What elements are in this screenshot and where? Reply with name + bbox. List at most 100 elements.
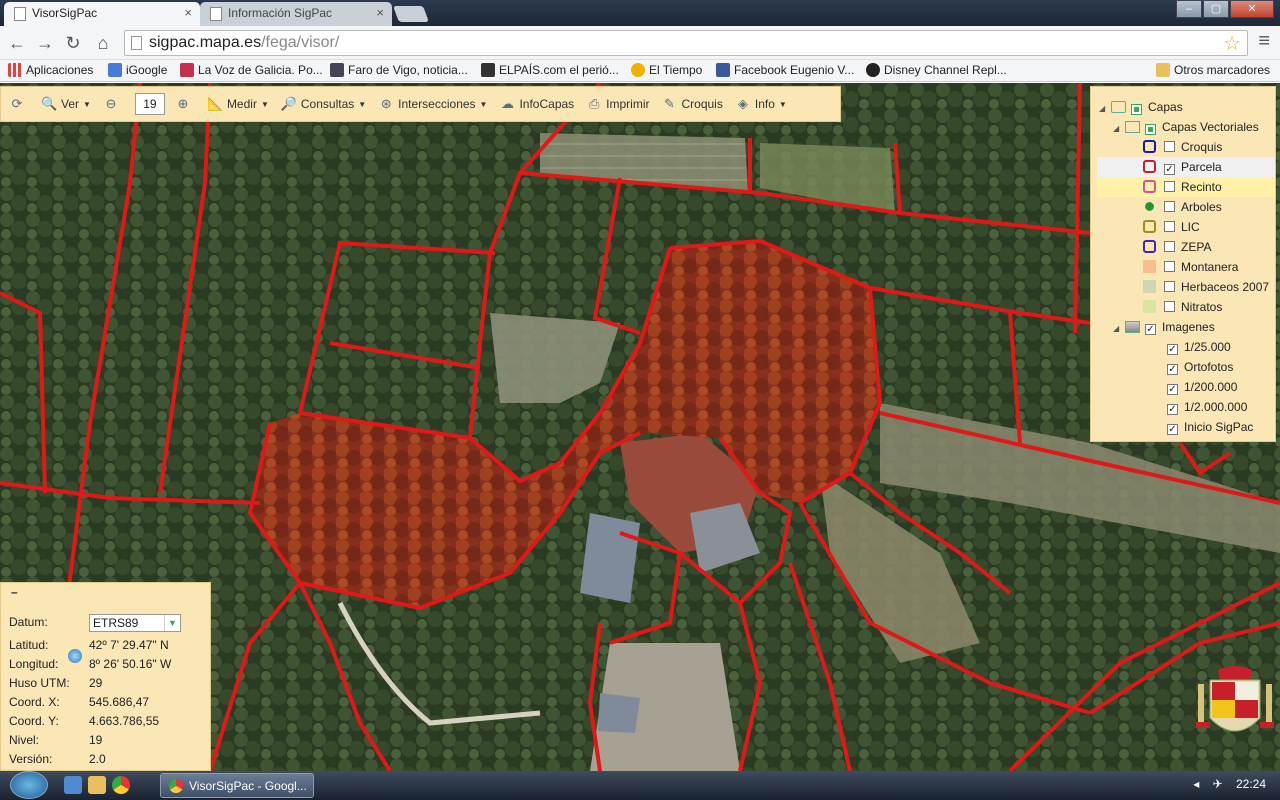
- refresh-map-button[interactable]: ⟳: [9, 96, 29, 112]
- layer-checkbox[interactable]: ✓: [1167, 424, 1178, 435]
- address-bar[interactable]: sigpac.mapa.es/fega/visor/ ☆: [124, 30, 1248, 56]
- intersecciones-menu[interactable]: ⊛ Intersecciones ▼: [378, 96, 488, 112]
- layer-swatch-icon: [1143, 160, 1156, 173]
- tab-informacion-sigpac[interactable]: Información SigPac ×: [200, 2, 392, 26]
- maximize-button[interactable]: ▢: [1203, 0, 1229, 18]
- zoom-out-button[interactable]: ⊖: [103, 96, 123, 112]
- expand-icon[interactable]: ◢: [1113, 119, 1125, 139]
- layer-checkbox[interactable]: ✓: [1167, 364, 1178, 375]
- taskbar-app-visorsigpac[interactable]: VisorSigPac - Googl...: [160, 773, 314, 798]
- layer-item[interactable]: Recinto: [1097, 177, 1275, 197]
- nivel-value: 19: [89, 733, 103, 747]
- image-layer-item[interactable]: ✓ 1/200.000: [1167, 377, 1237, 397]
- ver-menu[interactable]: 🔍 Ver ▼: [41, 96, 91, 112]
- layer-checkbox[interactable]: [1164, 261, 1175, 272]
- collapse-icon[interactable]: –: [11, 585, 18, 599]
- layers-root-label: Capas: [1148, 100, 1183, 114]
- bookmark-igoogle[interactable]: iGoogle: [108, 63, 167, 77]
- back-icon[interactable]: ←: [6, 32, 28, 54]
- image-layer-item[interactable]: ✓ Inicio SigPac: [1167, 417, 1253, 437]
- layer-checkbox[interactable]: [1164, 201, 1175, 212]
- layer-checkbox[interactable]: ✓: [1167, 384, 1178, 395]
- layer-swatch-icon: [1143, 300, 1156, 313]
- image-layer-item[interactable]: ✓ Ortofotos: [1167, 357, 1233, 377]
- network-icon[interactable]: ✈: [1213, 777, 1223, 791]
- layer-item[interactable]: Herbaceos 2007: [1097, 277, 1275, 297]
- layer-item[interactable]: Nitratos: [1097, 297, 1275, 317]
- layer-checkbox[interactable]: ✓: [1145, 324, 1156, 335]
- explorer-icon[interactable]: [64, 776, 82, 794]
- home-icon[interactable]: ⌂: [92, 32, 114, 54]
- layer-label: 1/200.000: [1184, 380, 1238, 394]
- intersection-icon: ⊛: [380, 96, 392, 111]
- tab-visorsigpac[interactable]: VisorSigPac ×: [4, 2, 200, 26]
- chrome-icon[interactable]: [112, 776, 130, 794]
- other-bookmarks[interactable]: Otros marcadores: [1156, 63, 1270, 77]
- layer-checkbox[interactable]: [1145, 124, 1156, 135]
- layer-checkbox[interactable]: [1164, 241, 1175, 252]
- layer-label: Parcela: [1181, 160, 1222, 174]
- forward-icon[interactable]: →: [34, 32, 56, 54]
- layer-label: LIC: [1181, 220, 1200, 234]
- reload-icon[interactable]: ↻: [62, 32, 84, 54]
- infocapas-button[interactable]: ☁ InfoCapas: [499, 96, 574, 112]
- bookmark-la-voz-de-galicia[interactable]: La Voz de Galicia. Po...: [180, 63, 323, 77]
- expand-icon[interactable]: ◢: [1099, 99, 1111, 119]
- bookmark-elpais[interactable]: ELPAÍS.com el perió...: [481, 63, 619, 77]
- layer-item[interactable]: Arboles: [1097, 197, 1275, 217]
- layer-checkbox[interactable]: ✓: [1167, 344, 1178, 355]
- layer-group-imagenes[interactable]: ◢ ✓ Imagenes: [1113, 317, 1215, 337]
- consultas-menu[interactable]: 🔎 Consultas ▼: [281, 96, 366, 112]
- layer-checkbox[interactable]: ✓: [1167, 404, 1178, 415]
- minimize-button[interactable]: –: [1176, 0, 1202, 18]
- layer-checkbox[interactable]: ✓: [1164, 164, 1175, 175]
- layer-checkbox[interactable]: [1164, 301, 1175, 312]
- bookmark-faro-de-vigo[interactable]: Faro de Vigo, noticia...: [330, 63, 468, 77]
- layer-item[interactable]: Croquis: [1097, 137, 1275, 157]
- layer-swatch-icon: [1143, 260, 1156, 273]
- zoom-in-button[interactable]: ⊕: [175, 96, 195, 112]
- layer-item[interactable]: ✓ Parcela: [1097, 157, 1275, 177]
- layer-checkbox[interactable]: [1131, 104, 1142, 115]
- coat-of-arms-icon: [1196, 666, 1274, 732]
- folder-icon[interactable]: [88, 776, 106, 794]
- layer-item[interactable]: ZEPA: [1097, 237, 1275, 257]
- bookmark-facebook[interactable]: Facebook Eugenio V...: [716, 63, 854, 77]
- close-window-button[interactable]: ✕: [1230, 0, 1274, 18]
- zoom-level-input[interactable]: 19: [134, 93, 165, 115]
- layer-item[interactable]: Montanera: [1097, 257, 1275, 277]
- latitude-row: Latitud: 42º 7' 29.47" N: [5, 636, 207, 655]
- start-button[interactable]: [10, 771, 48, 799]
- new-tab-button[interactable]: [393, 6, 429, 22]
- clock[interactable]: 22:24: [1236, 777, 1266, 791]
- layer-checkbox[interactable]: [1164, 281, 1175, 292]
- image-layer-item[interactable]: ✓ 1/2.000.000: [1167, 397, 1247, 417]
- globe-icon[interactable]: [68, 649, 82, 663]
- building-roof: [598, 693, 640, 733]
- elpais-icon: [481, 63, 495, 77]
- layer-checkbox[interactable]: [1164, 221, 1175, 232]
- datum-select[interactable]: ETRS89 ▼: [89, 614, 181, 632]
- facebook-icon: [716, 63, 730, 77]
- latitude-label: Latitud:: [9, 638, 49, 652]
- layer-tree-root[interactable]: ◢ Capas: [1099, 97, 1183, 117]
- bookmark-aplicaciones[interactable]: Aplicaciones: [8, 63, 93, 77]
- layer-checkbox[interactable]: [1164, 181, 1175, 192]
- browser-menu-icon[interactable]: ≡: [1258, 30, 1270, 53]
- bookmark-disney-channel[interactable]: Disney Channel Repl...: [866, 63, 1007, 77]
- medir-menu[interactable]: 📐 Medir ▼: [207, 96, 269, 112]
- tray-arrow-icon[interactable]: ◂: [1193, 777, 1199, 791]
- bookmark-star-icon[interactable]: ☆: [1223, 31, 1241, 56]
- layer-group-vectoriales[interactable]: ◢ Capas Vectoriales: [1113, 117, 1259, 137]
- layer-checkbox[interactable]: [1164, 141, 1175, 152]
- tab-close-icon[interactable]: ×: [184, 5, 192, 20]
- croquis-button[interactable]: ✎ Croquis: [662, 96, 723, 112]
- image-layer-item[interactable]: ✓ 1/25.000: [1167, 337, 1231, 357]
- imprimir-button[interactable]: ⎙ Imprimir: [586, 96, 650, 112]
- expand-icon[interactable]: ◢: [1113, 319, 1125, 339]
- info-menu[interactable]: ◈ Info ▼: [735, 96, 787, 112]
- layer-item[interactable]: LIC: [1097, 217, 1275, 237]
- tab-close-icon[interactable]: ×: [376, 5, 384, 20]
- coord-y-label: Coord. Y:: [9, 714, 59, 728]
- bookmark-el-tiempo[interactable]: El Tiempo: [631, 63, 702, 77]
